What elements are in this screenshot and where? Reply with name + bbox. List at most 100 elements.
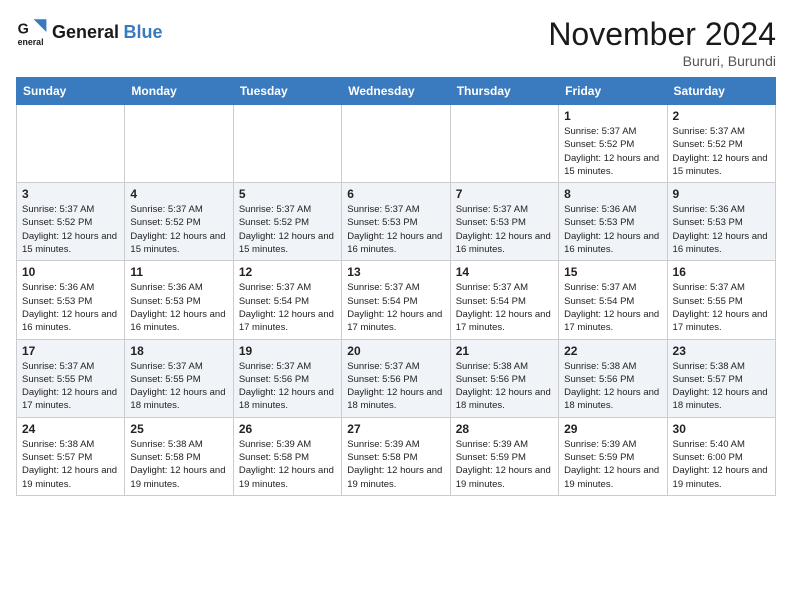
day-info: Sunrise: 5:37 AMSunset: 5:52 PMDaylight:… <box>673 125 770 178</box>
day-number: 11 <box>130 265 227 279</box>
day-info: Sunrise: 5:37 AMSunset: 5:56 PMDaylight:… <box>347 360 444 413</box>
day-info: Sunrise: 5:36 AMSunset: 5:53 PMDaylight:… <box>564 203 661 256</box>
day-number: 21 <box>456 344 553 358</box>
svg-text:G: G <box>18 22 29 38</box>
calendar-week-row: 1Sunrise: 5:37 AMSunset: 5:52 PMDaylight… <box>17 105 776 183</box>
calendar-header-row: Sunday Monday Tuesday Wednesday Thursday… <box>17 78 776 105</box>
calendar-day-cell <box>233 105 341 183</box>
calendar-day-cell: 29 Sunrise: 5:39 AMSunset: 5:59 PMDayligh… <box>559 417 667 495</box>
calendar-day-cell: 11 Sunrise: 5:36 AMSunset: 5:53 PMDayligh… <box>125 261 233 339</box>
day-number: 15 <box>564 265 661 279</box>
logo-line2: Blue <box>124 22 163 42</box>
day-number: 13 <box>347 265 444 279</box>
calendar-day-cell <box>17 105 125 183</box>
day-number: 29 <box>564 422 661 436</box>
calendar-day-cell: 13 Sunrise: 5:37 AMSunset: 5:54 PMDayligh… <box>342 261 450 339</box>
day-info: Sunrise: 5:36 AMSunset: 5:53 PMDaylight:… <box>130 281 227 334</box>
day-number: 8 <box>564 187 661 201</box>
day-number: 10 <box>22 265 119 279</box>
day-info: Sunrise: 5:38 AMSunset: 5:57 PMDaylight:… <box>673 360 770 413</box>
day-info: Sunrise: 5:38 AMSunset: 5:58 PMDaylight:… <box>130 438 227 491</box>
calendar-day-cell: 14Sunrise: 5:37 AMSunset: 5:54 PMDayligh… <box>450 261 558 339</box>
header-tuesday: Tuesday <box>233 78 341 105</box>
day-info: Sunrise: 5:37 AMSunset: 5:52 PMDaylight:… <box>239 203 336 256</box>
location: Bururi, Burundi <box>548 53 776 69</box>
calendar-week-row: 24 Sunrise: 5:38 AMSunset: 5:57 PMDayligh… <box>17 417 776 495</box>
calendar-day-cell: 30 Sunrise: 5:40 AMSunset: 6:00 PMDayligh… <box>667 417 775 495</box>
day-info: Sunrise: 5:37 AMSunset: 5:52 PMDaylight:… <box>130 203 227 256</box>
calendar-day-cell: 25 Sunrise: 5:38 AMSunset: 5:58 PMDayligh… <box>125 417 233 495</box>
day-number: 18 <box>130 344 227 358</box>
day-number: 2 <box>673 109 770 123</box>
day-number: 3 <box>22 187 119 201</box>
header-sunday: Sunday <box>17 78 125 105</box>
calendar-day-cell: 24 Sunrise: 5:38 AMSunset: 5:57 PMDayligh… <box>17 417 125 495</box>
logo: G eneral General Blue <box>16 16 163 48</box>
day-number: 22 <box>564 344 661 358</box>
calendar-day-cell <box>450 105 558 183</box>
day-info: Sunrise: 5:37 AMSunset: 5:52 PMDaylight:… <box>564 125 661 178</box>
header-saturday: Saturday <box>667 78 775 105</box>
day-info: Sunrise: 5:37 AMSunset: 5:55 PMDaylight:… <box>22 360 119 413</box>
day-number: 19 <box>239 344 336 358</box>
svg-text:eneral: eneral <box>18 37 44 47</box>
calendar-day-cell: 10 Sunrise: 5:36 AMSunset: 5:53 PMDayligh… <box>17 261 125 339</box>
day-info: Sunrise: 5:40 AMSunset: 6:00 PMDaylight:… <box>673 438 770 491</box>
logo-text: General Blue <box>52 22 163 43</box>
header-friday: Friday <box>559 78 667 105</box>
calendar-day-cell: 19 Sunrise: 5:37 AMSunset: 5:56 PMDayligh… <box>233 339 341 417</box>
month-title: November 2024 <box>548 16 776 53</box>
day-number: 24 <box>22 422 119 436</box>
day-number: 5 <box>239 187 336 201</box>
day-number: 16 <box>673 265 770 279</box>
calendar-day-cell: 28Sunrise: 5:39 AMSunset: 5:59 PMDayligh… <box>450 417 558 495</box>
page-header: G eneral General Blue November 2024 Buru… <box>16 16 776 69</box>
calendar-week-row: 10 Sunrise: 5:36 AMSunset: 5:53 PMDayligh… <box>17 261 776 339</box>
day-number: 20 <box>347 344 444 358</box>
calendar-day-cell: 26 Sunrise: 5:39 AMSunset: 5:58 PMDayligh… <box>233 417 341 495</box>
day-info: Sunrise: 5:36 AMSunset: 5:53 PMDaylight:… <box>673 203 770 256</box>
calendar-day-cell: 5 Sunrise: 5:37 AMSunset: 5:52 PMDaylight… <box>233 183 341 261</box>
day-info: Sunrise: 5:39 AMSunset: 5:59 PMDaylight:… <box>456 438 553 491</box>
title-block: November 2024 Bururi, Burundi <box>548 16 776 69</box>
day-info: Sunrise: 5:37 AMSunset: 5:55 PMDaylight:… <box>130 360 227 413</box>
calendar-day-cell: 16 Sunrise: 5:37 AMSunset: 5:55 PMDayligh… <box>667 261 775 339</box>
day-info: Sunrise: 5:38 AMSunset: 5:56 PMDaylight:… <box>456 360 553 413</box>
day-number: 4 <box>130 187 227 201</box>
calendar-week-row: 3 Sunrise: 5:37 AMSunset: 5:52 PMDaylight… <box>17 183 776 261</box>
day-number: 26 <box>239 422 336 436</box>
day-info: Sunrise: 5:36 AMSunset: 5:53 PMDaylight:… <box>22 281 119 334</box>
day-number: 7 <box>456 187 553 201</box>
calendar-day-cell: 12Sunrise: 5:37 AMSunset: 5:54 PMDayligh… <box>233 261 341 339</box>
day-number: 25 <box>130 422 227 436</box>
calendar-day-cell: 20 Sunrise: 5:37 AMSunset: 5:56 PMDayligh… <box>342 339 450 417</box>
calendar-day-cell: 22Sunrise: 5:38 AMSunset: 5:56 PMDayligh… <box>559 339 667 417</box>
day-number: 17 <box>22 344 119 358</box>
day-number: 30 <box>673 422 770 436</box>
day-info: Sunrise: 5:37 AMSunset: 5:53 PMDaylight:… <box>456 203 553 256</box>
day-number: 14 <box>456 265 553 279</box>
day-info: Sunrise: 5:38 AMSunset: 5:57 PMDaylight:… <box>22 438 119 491</box>
calendar-day-cell: 9 Sunrise: 5:36 AMSunset: 5:53 PMDaylight… <box>667 183 775 261</box>
calendar-table: Sunday Monday Tuesday Wednesday Thursday… <box>16 77 776 496</box>
calendar-day-cell: 2 Sunrise: 5:37 AMSunset: 5:52 PMDaylight… <box>667 105 775 183</box>
calendar-day-cell: 15Sunrise: 5:37 AMSunset: 5:54 PMDayligh… <box>559 261 667 339</box>
day-number: 9 <box>673 187 770 201</box>
calendar-day-cell: 6Sunrise: 5:37 AMSunset: 5:53 PMDaylight… <box>342 183 450 261</box>
day-info: Sunrise: 5:37 AMSunset: 5:56 PMDaylight:… <box>239 360 336 413</box>
calendar-day-cell: 21 Sunrise: 5:38 AMSunset: 5:56 PMDayligh… <box>450 339 558 417</box>
calendar-day-cell: 4 Sunrise: 5:37 AMSunset: 5:52 PMDaylight… <box>125 183 233 261</box>
header-monday: Monday <box>125 78 233 105</box>
day-info: Sunrise: 5:37 AMSunset: 5:54 PMDaylight:… <box>347 281 444 334</box>
day-info: Sunrise: 5:39 AMSunset: 5:58 PMDaylight:… <box>239 438 336 491</box>
calendar-day-cell: 1Sunrise: 5:37 AMSunset: 5:52 PMDaylight… <box>559 105 667 183</box>
header-thursday: Thursday <box>450 78 558 105</box>
calendar-week-row: 17 Sunrise: 5:37 AMSunset: 5:55 PMDayligh… <box>17 339 776 417</box>
day-info: Sunrise: 5:39 AMSunset: 5:59 PMDaylight:… <box>564 438 661 491</box>
calendar-day-cell: 7 Sunrise: 5:37 AMSunset: 5:53 PMDaylight… <box>450 183 558 261</box>
day-info: Sunrise: 5:37 AMSunset: 5:52 PMDaylight:… <box>22 203 119 256</box>
day-info: Sunrise: 5:37 AMSunset: 5:55 PMDaylight:… <box>673 281 770 334</box>
logo-line1: General <box>52 22 119 42</box>
day-info: Sunrise: 5:39 AMSunset: 5:58 PMDaylight:… <box>347 438 444 491</box>
calendar-day-cell <box>125 105 233 183</box>
